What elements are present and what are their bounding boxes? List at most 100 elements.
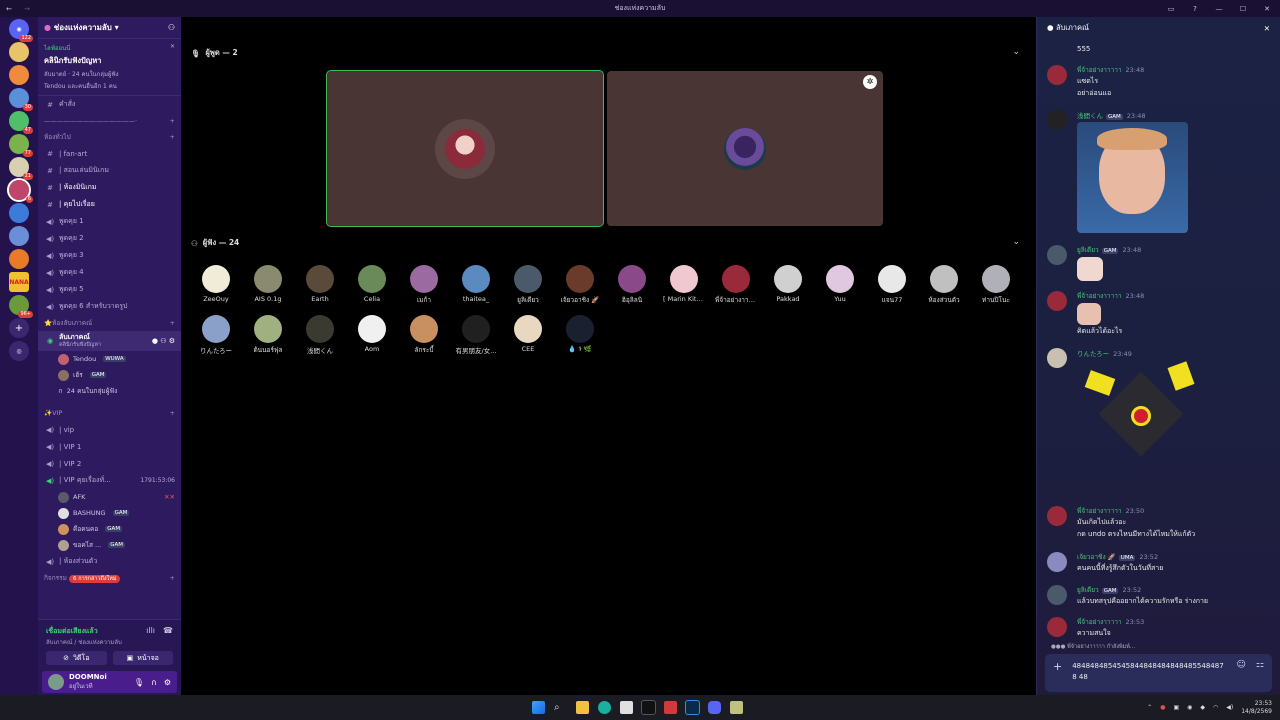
forward-arrow-icon[interactable]: → — [18, 5, 36, 13]
vip-channel-1[interactable]: ◀) | VIP 1 — [38, 438, 181, 455]
audience-member[interactable]: ZeeOuy — [195, 265, 237, 303]
headphones-icon[interactable]: ∩ — [151, 678, 157, 687]
server-icon[interactable] — [9, 65, 29, 85]
avatar[interactable] — [1047, 552, 1067, 572]
start-icon[interactable] — [532, 701, 545, 714]
audience-member[interactable]: แจน77 — [871, 265, 913, 305]
audience-member[interactable]: Yuu — [819, 265, 861, 303]
screen-share-button[interactable]: ▣ หน้าจอ — [112, 651, 173, 665]
channel-minigame-guide[interactable]: # | สอนเล่นมินิเกม — [38, 162, 181, 179]
audience-member[interactable]: พี่จ้าอย่างาาา... — [715, 265, 757, 305]
avatar[interactable] — [1047, 506, 1067, 526]
help-icon[interactable]: ? — [1188, 5, 1202, 13]
wifi-icon[interactable]: ◠ — [1213, 704, 1218, 711]
audience-member[interactable]: 有男朋友/女... — [455, 315, 497, 355]
voice-channel-6[interactable]: ◀) พูดคุย 6 สำหรับวาดรูป — [38, 298, 181, 315]
tray-app-icon[interactable]: ▣ — [1173, 704, 1179, 711]
avatar[interactable] — [1047, 291, 1067, 311]
vip-channel[interactable]: ◀) | vip — [38, 421, 181, 438]
voice-channel-1[interactable]: ◀) พูดคุย 1 — [38, 213, 181, 230]
category-secret[interactable]: ⭐ห้องลับเภาคณ์ + — [38, 315, 181, 331]
audience-member[interactable]: ลักระบี้ — [403, 315, 445, 355]
voice-user[interactable]: BASHUNG GAM — [38, 505, 181, 521]
tiktok-icon[interactable] — [641, 700, 656, 715]
close-icon[interactable]: ✕ — [1264, 24, 1270, 33]
invite-icon[interactable]: ⚇ — [168, 23, 175, 32]
sticker[interactable] — [1077, 257, 1103, 281]
close-icon[interactable]: ✕ — [170, 43, 175, 53]
author-name[interactable]: 浅間くん — [1077, 112, 1103, 120]
vip-chat-channel[interactable]: ◀) | VIP คุยเรื่องทั่... 1791:53:06 — [38, 472, 181, 489]
app-icon[interactable] — [730, 701, 743, 714]
voice-channel-2[interactable]: ◀) พูดคุย 2 — [38, 230, 181, 247]
audience-member[interactable]: AIS 0.1g — [247, 265, 289, 303]
speaker-tile[interactable] — [326, 70, 604, 227]
audience-member[interactable]: Aom — [351, 315, 393, 353]
category-general[interactable]: ห้องทั่วไป + — [38, 129, 181, 145]
server-icon[interactable]: 96+ — [9, 295, 33, 318]
new-mentions-badge[interactable]: 6 การกล่าวถึงใหม่ — [69, 575, 121, 583]
calendar-icon[interactable] — [664, 701, 677, 714]
inbox-icon[interactable]: ▭ — [1164, 5, 1178, 13]
author-name[interactable]: ยูลิเดียว — [1077, 246, 1099, 254]
channel-fan-art[interactable]: # | fan-art — [38, 145, 181, 162]
author-name[interactable]: พี่จ้าอย่างาาาาา — [1077, 507, 1122, 515]
sticker[interactable] — [1077, 303, 1101, 325]
audience-member[interactable]: ห้องส่วนตัว — [923, 265, 965, 305]
category-vip[interactable]: ✨VIP + — [38, 405, 181, 421]
audience-member[interactable]: ต้นนอร์ฟุล — [247, 315, 289, 355]
server-header[interactable]: ● ช่องแห่งความลับ ▾ ⚇ — [38, 17, 181, 39]
discover-icon[interactable]: ◎ — [9, 341, 29, 361]
server-icon[interactable]: 21 — [9, 157, 33, 180]
tray-app-icon[interactable]: ◉ — [1187, 704, 1192, 711]
voice-user[interactable]: ขอคไ่ส ... GAM — [38, 537, 181, 553]
audience-member[interactable]: ยูลิเดียว — [507, 265, 549, 305]
add-attachment-icon[interactable]: + — [1053, 660, 1062, 673]
audience-member[interactable]: 💧 ⚕ 🌿 — [559, 315, 601, 353]
apps-icon[interactable]: ⚏ — [1256, 660, 1264, 670]
avatar[interactable] — [1047, 110, 1067, 130]
add-channel-icon[interactable]: + — [170, 117, 175, 125]
chevron-down-icon[interactable]: ⌄ — [1012, 47, 1020, 57]
avatar[interactable] — [1047, 348, 1067, 368]
stage-user[interactable]: เฮ้ร GAM — [38, 367, 181, 383]
stage-listeners[interactable]: ∩ 24 คนในกลุ่มผู้ฟัง — [38, 383, 181, 399]
sticker-creature[interactable] — [1084, 361, 1197, 474]
voice-user[interactable]: AFK ✕✕ — [38, 489, 181, 505]
audience-member[interactable]: CEE — [507, 315, 549, 353]
image-attachment[interactable] — [1077, 122, 1188, 233]
server-icon[interactable] — [9, 42, 29, 62]
chevron-up-icon[interactable]: ⌃ — [1147, 704, 1152, 711]
audience-member[interactable]: Pakkad — [767, 265, 809, 303]
volume-icon[interactable]: ◀) — [1226, 704, 1233, 711]
stage-event-card[interactable]: ไลฟ์ออนนี่ ✕ คลินิกรับฟังปัญหา ลับมาตย์ ·… — [38, 39, 181, 96]
channel-chat[interactable]: # | คุยไปเรื่อย — [38, 196, 181, 213]
avatar[interactable] — [1047, 617, 1067, 637]
home-icon[interactable]: ◉ 122 — [9, 19, 33, 42]
photoshop-icon[interactable] — [685, 700, 700, 715]
server-icon[interactable]: 6 — [7, 178, 33, 203]
add-channel-icon[interactable]: + — [170, 409, 175, 417]
category-activity[interactable]: กิจกรรม 6 การกล่าวถึงใหม่ + — [38, 570, 181, 586]
noise-icon[interactable]: ıllı — [146, 626, 155, 647]
channel-minigame[interactable]: # | ห้องมินิเกม — [38, 179, 181, 196]
audience-member[interactable]: Earth — [299, 265, 341, 303]
settings-gear-icon[interactable]: ⚙ — [164, 678, 171, 687]
voice-channel-3[interactable]: ◀) พูดคุย 3 — [38, 247, 181, 264]
audience-member[interactable]: [ Marin Kitaka... — [663, 265, 705, 303]
voice-channel-5[interactable]: ◀) พูดคุย 5 — [38, 281, 181, 298]
audience-member[interactable]: ท่านปิโนะ — [975, 265, 1017, 305]
server-icon[interactable]: NANA — [9, 272, 29, 292]
close-window-icon[interactable]: ✕ — [1260, 5, 1274, 13]
minimize-icon[interactable]: — — [1212, 5, 1226, 13]
server-icon[interactable] — [9, 226, 29, 246]
disconnect-icon[interactable]: ☎ — [163, 626, 173, 647]
stage-user[interactable]: Tendou WUWA — [38, 351, 181, 367]
author-name[interactable]: ยูลิเดียว — [1077, 586, 1099, 594]
chat-icon[interactable]: ● ⚇ ⚙ — [152, 337, 175, 345]
add-channel-icon[interactable]: + — [170, 133, 175, 141]
vip-channel-2[interactable]: ◀) | VIP 2 — [38, 455, 181, 472]
server-icon[interactable] — [9, 203, 29, 223]
channel-commands[interactable]: # คำสั่ง — [38, 96, 181, 113]
audience-member[interactable]: Celia — [351, 265, 393, 303]
